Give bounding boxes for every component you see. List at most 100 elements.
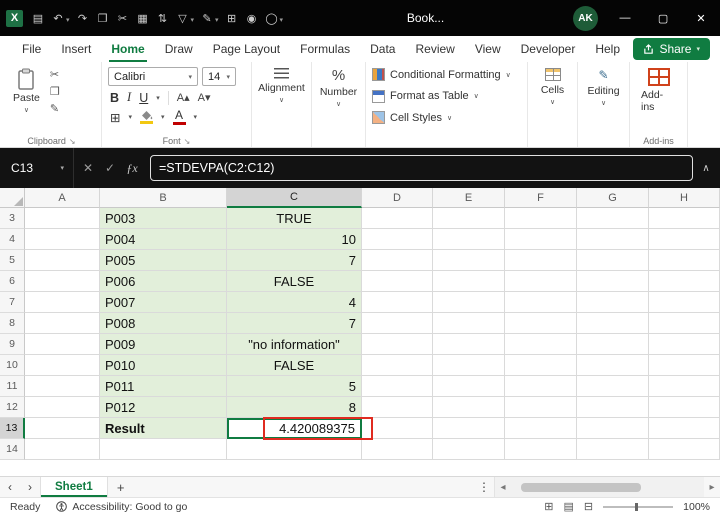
format-as-table-button[interactable]: Format as Table ∨ bbox=[372, 89, 511, 103]
font-dialog-launcher-icon[interactable]: ↘ bbox=[184, 137, 191, 146]
zoom-level[interactable]: 100% bbox=[683, 501, 710, 513]
account-avatar[interactable]: AK bbox=[573, 5, 599, 31]
cell-F9[interactable] bbox=[505, 334, 577, 355]
cell-E7[interactable] bbox=[433, 292, 505, 313]
cell-F12[interactable] bbox=[505, 397, 577, 418]
cell-A13[interactable] bbox=[25, 418, 100, 439]
scrollbar-menu-icon[interactable]: ⋮ bbox=[474, 480, 494, 494]
cell-C5[interactable]: 7 bbox=[227, 250, 362, 271]
name-box[interactable]: C13 ▾ bbox=[2, 148, 74, 188]
underline-dropdown-icon[interactable]: ▾ bbox=[156, 94, 160, 102]
cell-C9[interactable]: "no information" bbox=[227, 334, 362, 355]
name-box-dropdown-icon[interactable]: ▾ bbox=[60, 164, 64, 172]
fill-color-dropdown-icon[interactable]: ▾ bbox=[161, 113, 165, 121]
cell-H10[interactable] bbox=[649, 355, 720, 376]
cell-G13[interactable] bbox=[577, 418, 649, 439]
cell-A9[interactable] bbox=[25, 334, 100, 355]
cell-F5[interactable] bbox=[505, 250, 577, 271]
tab-help[interactable]: Help bbox=[585, 36, 630, 62]
cell-C3[interactable]: TRUE bbox=[227, 208, 362, 229]
cell-D10[interactable] bbox=[362, 355, 433, 376]
cell-G12[interactable] bbox=[577, 397, 649, 418]
cell-H4[interactable] bbox=[649, 229, 720, 250]
tab-view[interactable]: View bbox=[465, 36, 511, 62]
cell-B10[interactable]: P010 bbox=[100, 355, 227, 376]
cell-G11[interactable] bbox=[577, 376, 649, 397]
row-header-8[interactable]: 8 bbox=[0, 313, 25, 334]
cell-A5[interactable] bbox=[25, 250, 100, 271]
format-painter-icon[interactable]: ✎ bbox=[50, 103, 60, 116]
cell-B3[interactable]: P003 bbox=[100, 208, 227, 229]
minimize-button[interactable]: — bbox=[606, 0, 644, 36]
row-header-11[interactable]: 11 bbox=[0, 376, 25, 397]
row-header-9[interactable]: 9 bbox=[0, 334, 25, 355]
cell-H6[interactable] bbox=[649, 271, 720, 292]
cell-D12[interactable] bbox=[362, 397, 433, 418]
sheet-next-icon[interactable]: › bbox=[20, 480, 40, 494]
cell-G14[interactable] bbox=[577, 439, 649, 460]
cell-F10[interactable] bbox=[505, 355, 577, 376]
cell-H7[interactable] bbox=[649, 292, 720, 313]
cell-G7[interactable] bbox=[577, 292, 649, 313]
cell-C13-selected[interactable]: 4.420089375 bbox=[227, 417, 373, 440]
column-header-B[interactable]: B bbox=[100, 188, 227, 208]
alignment-button[interactable]: Alignment ∨ bbox=[253, 66, 310, 106]
tab-file[interactable]: File bbox=[12, 36, 51, 62]
cell-A6[interactable] bbox=[25, 271, 100, 292]
decrease-font-button[interactable]: A▾ bbox=[198, 91, 211, 104]
cell-D5[interactable] bbox=[362, 250, 433, 271]
column-header-G[interactable]: G bbox=[577, 188, 649, 208]
cell-D8[interactable] bbox=[362, 313, 433, 334]
cell-F13[interactable] bbox=[505, 418, 577, 439]
enter-icon[interactable]: ✓ bbox=[100, 161, 120, 175]
cell-G5[interactable] bbox=[577, 250, 649, 271]
clipboard-dialog-launcher-icon[interactable]: ↘ bbox=[69, 137, 76, 146]
cell-A4[interactable] bbox=[25, 229, 100, 250]
cell-G3[interactable] bbox=[577, 208, 649, 229]
cell-A8[interactable] bbox=[25, 313, 100, 334]
tab-formulas[interactable]: Formulas bbox=[290, 36, 360, 62]
maximize-button[interactable]: ▢ bbox=[644, 0, 682, 36]
tab-review[interactable]: Review bbox=[405, 36, 464, 62]
excel-logo-icon[interactable]: X bbox=[6, 9, 23, 27]
undo-icon[interactable]: ↶ bbox=[48, 6, 68, 30]
save-icon[interactable]: ▤ bbox=[28, 6, 48, 30]
insert-function-icon[interactable]: ƒx bbox=[122, 161, 142, 176]
cell-H8[interactable] bbox=[649, 313, 720, 334]
row-header-10[interactable]: 10 bbox=[0, 355, 25, 376]
cell-B14[interactable] bbox=[100, 439, 227, 460]
cell-D3[interactable] bbox=[362, 208, 433, 229]
page-layout-view-icon[interactable]: ▤ bbox=[564, 500, 574, 513]
tab-page-layout[interactable]: Page Layout bbox=[203, 36, 290, 62]
tab-draw[interactable]: Draw bbox=[155, 36, 203, 62]
cell-E5[interactable] bbox=[433, 250, 505, 271]
cell-C11[interactable]: 5 bbox=[227, 376, 362, 397]
cell-H11[interactable] bbox=[649, 376, 720, 397]
table-icon[interactable]: ⊞ bbox=[222, 6, 242, 30]
formula-input[interactable]: =STDEVPA(C2:C12) bbox=[150, 155, 693, 181]
font-color-button[interactable]: Calibri A▴ B A bbox=[172, 109, 186, 125]
cell-styles-button[interactable]: Cell Styles ∨ bbox=[372, 111, 511, 124]
column-header-A[interactable]: A bbox=[25, 188, 100, 208]
redo-icon[interactable]: ↷ bbox=[73, 6, 93, 30]
tab-developer[interactable]: Developer bbox=[511, 36, 586, 62]
scroll-right-icon[interactable]: ▸ bbox=[704, 482, 720, 493]
cell-C7[interactable]: 4 bbox=[227, 292, 362, 313]
underline-button[interactable]: U bbox=[139, 91, 148, 105]
tab-insert[interactable]: Insert bbox=[51, 36, 101, 62]
sort-icon[interactable]: ⇅ bbox=[153, 6, 173, 30]
pen-dropdown-icon[interactable]: ▾ bbox=[215, 16, 219, 24]
close-button[interactable]: ✕ bbox=[682, 0, 720, 36]
cell-B4[interactable]: P004 bbox=[100, 229, 227, 250]
scrollbar-track[interactable]: ◂ bbox=[494, 477, 704, 497]
copy-icon[interactable]: ❐ bbox=[50, 86, 60, 99]
font-name-select[interactable]: Calibri ▾ bbox=[108, 67, 198, 86]
editing-button[interactable]: ✎ Editing ∨ bbox=[582, 66, 624, 109]
normal-view-icon[interactable]: ⊞ bbox=[544, 500, 553, 513]
column-header-F[interactable]: F bbox=[505, 188, 577, 208]
record-macro-icon[interactable]: ◉ bbox=[242, 6, 262, 30]
cell-C10[interactable]: FALSE bbox=[227, 355, 362, 376]
borders-button[interactable]: ⊞ bbox=[110, 110, 120, 125]
font-size-dropdown-icon[interactable]: ▾ bbox=[226, 73, 230, 81]
borders-dropdown-icon[interactable]: ▾ bbox=[128, 113, 132, 121]
